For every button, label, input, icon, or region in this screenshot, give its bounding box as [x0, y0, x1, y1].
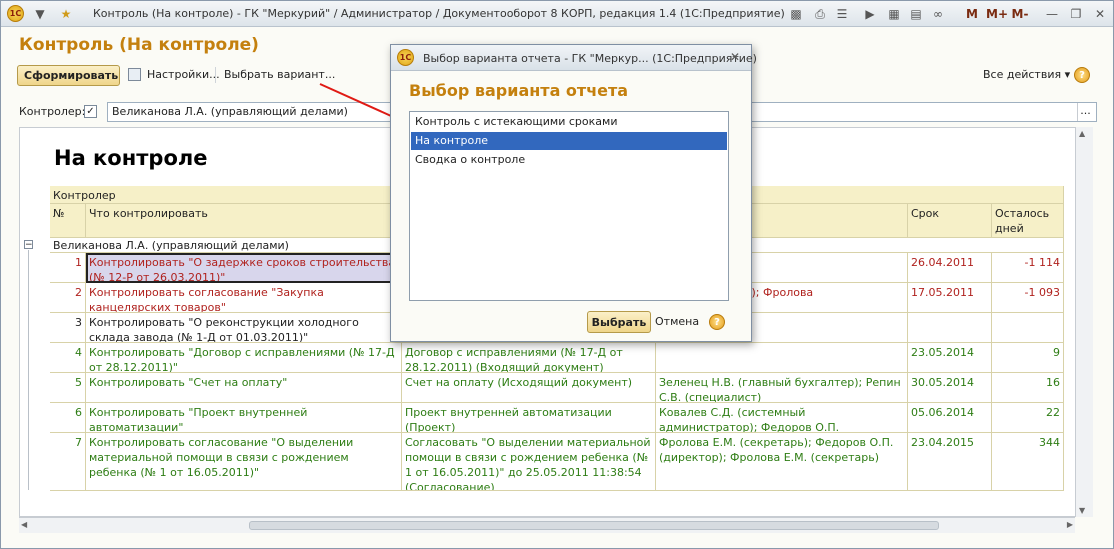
filter-label: Контролер:	[19, 105, 86, 118]
cancel-button[interactable]: Отмена	[655, 315, 699, 328]
row-days-left-cell[interactable]	[992, 313, 1064, 343]
dialog-title-bar: 1С Выбор варианта отчета - ГК "Меркур...…	[391, 45, 757, 71]
variant-item-selected[interactable]: На контроле	[411, 132, 727, 150]
dialog-logo-icon: 1С	[397, 49, 414, 66]
tree-line	[28, 250, 29, 490]
col-number: №	[50, 204, 86, 238]
row-object-cell[interactable]: Проект внутренней автоматизации (Проект)	[402, 403, 656, 433]
close-icon[interactable]: ✕	[1091, 5, 1109, 23]
scroll-right-icon[interactable]: ▶	[1067, 520, 1073, 529]
row-due-cell[interactable]: 17.05.2011	[908, 283, 992, 313]
window-title: Контроль (На контроле) - ГК "Меркурий" /…	[93, 7, 785, 20]
row-what-cell[interactable]: Контролировать "О задержке сроков строит…	[86, 253, 402, 283]
toolbar-divider	[215, 67, 216, 83]
filter-checkbox[interactable]: ✓	[84, 105, 97, 118]
row-due-cell[interactable]: 30.05.2014	[908, 373, 992, 403]
row-who-cell[interactable]: Фролова Е.М. (секретарь); Федоров О.П. (…	[656, 433, 908, 491]
app-logo-icon[interactable]: 1С	[7, 5, 24, 22]
dialog-help-icon[interactable]: ?	[709, 314, 725, 330]
title-bar: 1С ▼ ★ Контроль (На контроле) - ГК "Мерк…	[1, 1, 1113, 27]
row-number: 5	[50, 373, 86, 403]
bookmark-icon[interactable]: ▶	[861, 5, 879, 23]
scroll-down-icon[interactable]: ▼	[1079, 506, 1085, 515]
dialog-title: Выбор варианта отчета - ГК "Меркур... (1…	[423, 52, 757, 65]
row-due-cell[interactable]: 23.05.2014	[908, 343, 992, 373]
row-days-left-cell[interactable]: 9	[992, 343, 1064, 373]
memory-plus-button[interactable]: M+	[985, 5, 1009, 23]
minimize-icon[interactable]: —	[1043, 5, 1061, 23]
preview-icon[interactable]: ☰	[833, 5, 851, 23]
col-due: Срок	[908, 204, 992, 238]
row-who-cell[interactable]: Ковалев С.Д. (системный администратор); …	[656, 403, 908, 433]
settings-button[interactable]: Настройки...	[141, 65, 226, 86]
link-icon[interactable]: ∞	[929, 5, 947, 23]
all-actions-menu[interactable]: Все действия ▾	[977, 65, 1076, 86]
row-what-cell[interactable]: Контролировать согласование "О выделении…	[86, 433, 402, 491]
variant-dialog[interactable]: 1С Выбор варианта отчета - ГК "Меркур...…	[390, 44, 757, 342]
row-number: 2	[50, 283, 86, 313]
row-due-cell[interactable]: 05.06.2014	[908, 403, 992, 433]
row-what-cell[interactable]: Контролировать "О реконструкции холодног…	[86, 313, 402, 343]
row-number: 4	[50, 343, 86, 373]
row-due-cell[interactable]	[908, 313, 992, 343]
menu-dropdown-icon[interactable]: ▼	[31, 5, 49, 23]
variant-list[interactable]: Контроль с истекающими сроками На контро…	[409, 111, 729, 301]
row-what-cell[interactable]: Контролировать "Проект внутренней автома…	[86, 403, 402, 433]
select-button[interactable]: Выбрать	[587, 311, 651, 333]
row-number: 1	[50, 253, 86, 283]
help-icon[interactable]: ?	[1074, 67, 1090, 83]
row-what-cell[interactable]: Контролировать согласование "Закупка кан…	[86, 283, 402, 313]
restore-icon[interactable]: ❐	[1067, 5, 1085, 23]
vertical-scrollbar[interactable]: ▲ ▼	[1075, 127, 1093, 517]
row-who-cell[interactable]	[656, 343, 908, 373]
memory-m-button[interactable]: M	[963, 5, 981, 23]
save-icon[interactable]: ▩	[787, 5, 805, 23]
dialog-close-icon[interactable]: ✕	[727, 50, 743, 66]
row-object-cell[interactable]: Договор с исправлениями (№ 17-Д от 28.12…	[402, 343, 656, 373]
row-what-cell[interactable]: Контролировать "Договор с исправлениями …	[86, 343, 402, 373]
settings-icon	[128, 68, 141, 81]
memory-minus-button[interactable]: M-	[1009, 5, 1031, 23]
scroll-left-icon[interactable]: ◀	[21, 520, 27, 529]
report-title: На контроле	[54, 146, 208, 170]
collapse-toggle-icon[interactable]: −	[24, 240, 33, 250]
favorites-star-icon[interactable]: ★	[57, 5, 75, 23]
row-number: 6	[50, 403, 86, 433]
col-days-left: Осталось дней	[992, 204, 1064, 238]
row-object-cell[interactable]: Согласовать "О выделении материальной по…	[402, 433, 656, 491]
row-number: 7	[50, 433, 86, 491]
row-what-cell[interactable]: Контролировать "Счет на оплату"	[86, 373, 402, 403]
horizontal-scrollbar[interactable]: ◀ ▶	[19, 517, 1075, 533]
row-days-left-cell[interactable]: -1 114	[992, 253, 1064, 283]
row-days-left-cell[interactable]: 22	[992, 403, 1064, 433]
row-object-cell[interactable]: Счет на оплату (Исходящий документ)	[402, 373, 656, 403]
col-what: Что контролировать	[86, 204, 402, 238]
row-number: 3	[50, 313, 86, 343]
row-days-left-cell[interactable]: -1 093	[992, 283, 1064, 313]
variant-item[interactable]: Контроль с истекающими сроками	[411, 113, 727, 131]
row-due-cell[interactable]: 23.04.2015	[908, 433, 992, 491]
scroll-thumb[interactable]	[249, 521, 939, 530]
row-days-left-cell[interactable]: 16	[992, 373, 1064, 403]
form-heading: Контроль (На контроле)	[19, 35, 259, 55]
calculator-icon[interactable]: ▦	[885, 5, 903, 23]
print-icon[interactable]: ⎙	[811, 5, 829, 23]
arrow-line	[319, 83, 401, 121]
scroll-up-icon[interactable]: ▲	[1079, 129, 1085, 138]
row-days-left-cell[interactable]: 344	[992, 433, 1064, 491]
generate-button[interactable]: Сформировать	[17, 65, 120, 86]
row-due-cell[interactable]: 26.04.2011	[908, 253, 992, 283]
filter-select-button[interactable]: ...	[1077, 103, 1093, 121]
dialog-heading: Выбор варианта отчета	[409, 81, 629, 100]
calendar-icon[interactable]: ▤	[907, 5, 925, 23]
variant-item[interactable]: Сводка о контроле	[411, 151, 727, 169]
row-who-cell[interactable]: Зеленец Н.В. (главный бухгалтер); Репин …	[656, 373, 908, 403]
